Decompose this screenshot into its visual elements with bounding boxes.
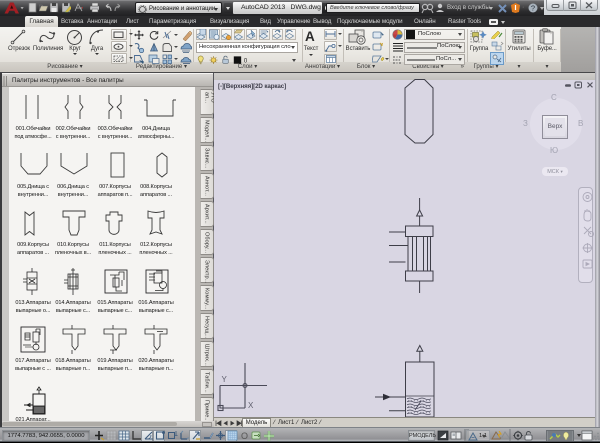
svg-text:X: X xyxy=(248,401,254,410)
svg-text:O: O xyxy=(241,431,248,441)
svg-text:Y: Y xyxy=(222,375,228,384)
svg-text:?: ? xyxy=(531,4,535,13)
svg-text:0: 0 xyxy=(244,58,248,64)
